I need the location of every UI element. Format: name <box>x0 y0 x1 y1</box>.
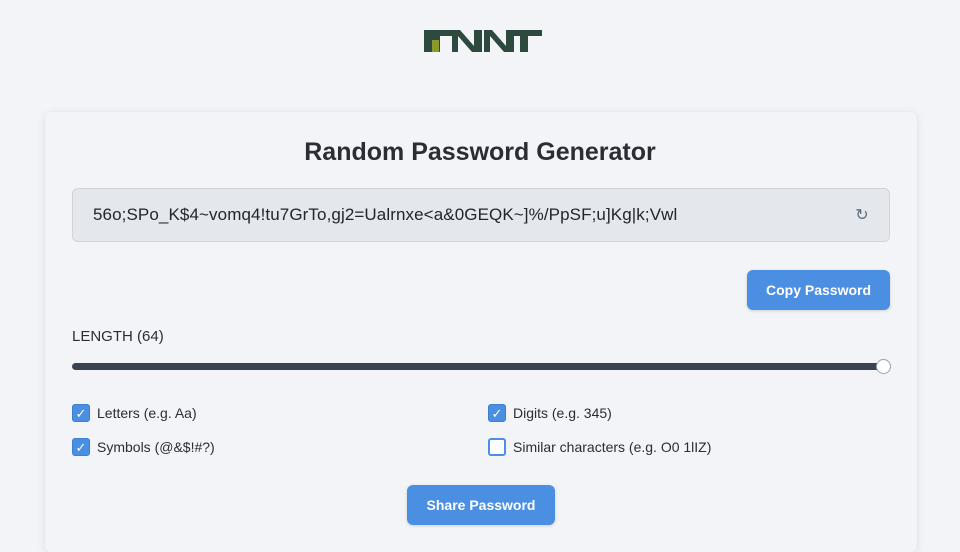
option-letters[interactable]: ✓ Letters (e.g. Aa) <box>72 404 197 422</box>
digits-label: Digits (e.g. 345) <box>513 405 612 421</box>
letters-label: Letters (e.g. Aa) <box>97 405 197 421</box>
copy-password-button[interactable]: Copy Password <box>747 270 890 310</box>
option-symbols[interactable]: ✓ Symbols (@&$!#?) <box>72 438 215 456</box>
share-password-button[interactable]: Share Password <box>407 485 555 525</box>
length-slider-track[interactable] <box>72 363 886 370</box>
length-slider-thumb[interactable] <box>876 359 891 374</box>
option-similar[interactable]: Similar characters (e.g. O0 1lIZ) <box>488 438 711 456</box>
symbols-checkbox[interactable]: ✓ <box>72 438 90 456</box>
symbols-label: Symbols (@&$!#?) <box>97 439 215 455</box>
page-title: Random Password Generator <box>304 138 656 166</box>
password-display[interactable]: 56o;SPo_K$4~vomq4!tu7GrTo,gj2=Ualrnxe<a&… <box>72 188 890 242</box>
length-label: LENGTH (64) <box>72 328 164 345</box>
mnt-logo[interactable] <box>422 24 542 52</box>
similar-checkbox[interactable] <box>488 438 506 456</box>
logo-icon <box>424 30 542 52</box>
similar-label: Similar characters (e.g. O0 1lIZ) <box>513 439 712 455</box>
digits-checkbox[interactable]: ✓ <box>488 404 506 422</box>
password-text[interactable]: 56o;SPo_K$4~vomq4!tu7GrTo,gj2=Ualrnxe<a&… <box>93 205 677 225</box>
refresh-icon[interactable]: ↻ <box>853 205 871 225</box>
letters-checkbox[interactable]: ✓ <box>72 404 90 422</box>
option-digits[interactable]: ✓ Digits (e.g. 345) <box>488 404 612 422</box>
